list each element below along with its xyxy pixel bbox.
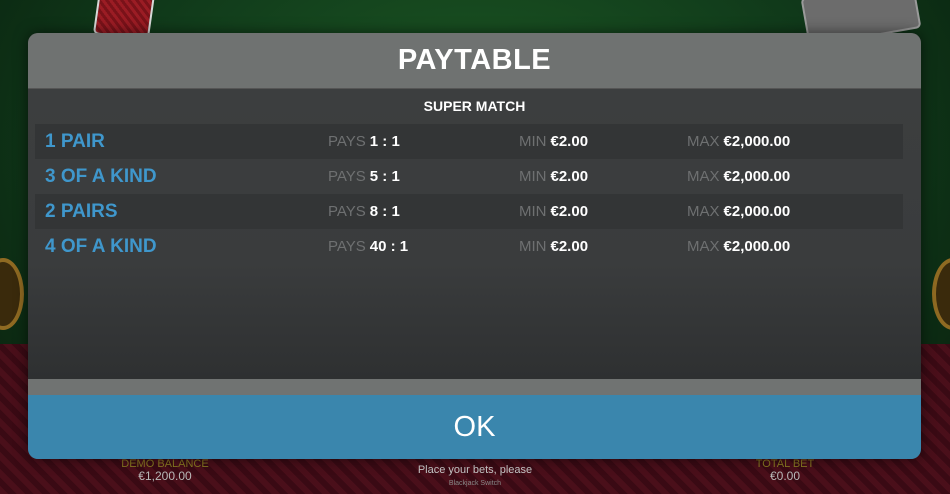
- max-label: MAX: [687, 168, 720, 185]
- min-cell: MIN €2.00: [519, 238, 588, 255]
- max-label: MAX: [687, 238, 720, 255]
- pays-value: 1 : 1: [369, 133, 400, 150]
- max-value: €2,000.00: [723, 238, 791, 255]
- hand-name: 2 PAIRS: [45, 200, 118, 222]
- pays-label: PAYS: [328, 168, 366, 185]
- total-bet: TOTAL BET €0.00: [730, 458, 840, 482]
- pays-label: PAYS: [328, 133, 366, 150]
- balance-value: €1,200.00: [138, 469, 192, 483]
- paytable-rows: 1 PAIR PAYS 1 : 1 MIN €2.00 MAX €2,000.00 3…: [35, 124, 903, 264]
- min-cell: MIN €2.00: [519, 133, 588, 150]
- ok-button-label: OK: [453, 411, 496, 443]
- pays-label: PAYS: [328, 203, 366, 220]
- max-cell: MAX €2,000.00: [687, 203, 790, 220]
- pays-cell: PAYS 40 : 1: [328, 238, 408, 255]
- pays-value: 8 : 1: [369, 203, 400, 220]
- game-name: Blackjack Switch: [448, 480, 502, 487]
- pays-value: 5 : 1: [369, 168, 400, 185]
- max-label: MAX: [687, 203, 720, 220]
- min-label: MIN: [519, 238, 547, 255]
- modal-title: PAYTABLE: [397, 44, 552, 76]
- paytable-row: 2 PAIRS PAYS 8 : 1 MIN €2.00 MAX €2,000.00: [35, 194, 903, 229]
- hand-name: 3 OF A KIND: [45, 165, 157, 187]
- pays-cell: PAYS 8 : 1: [328, 203, 400, 220]
- hand-name: 1 PAIR: [45, 130, 105, 152]
- min-value: €2.00: [550, 238, 589, 255]
- paytable-row: 1 PAIR PAYS 1 : 1 MIN €2.00 MAX €2,000.00: [35, 124, 903, 159]
- paytable-row: 4 OF A KIND PAYS 40 : 1 MIN €2.00 MAX €2,00…: [35, 229, 903, 264]
- min-label: MIN: [519, 203, 547, 220]
- pays-value: 40 : 1: [369, 238, 409, 255]
- min-cell: MIN €2.00: [519, 203, 588, 220]
- pays-label: PAYS: [328, 238, 366, 255]
- pays-cell: PAYS 5 : 1: [328, 168, 400, 185]
- section-title: SUPER MATCH: [423, 98, 526, 114]
- game-hud: DEMO BALANCE €1,200.00 Place your bets, …: [0, 454, 950, 494]
- paytable-row: 3 OF A KIND PAYS 5 : 1 MIN €2.00 MAX €2,000…: [35, 159, 903, 194]
- pays-cell: PAYS 1 : 1: [328, 133, 400, 150]
- min-cell: MIN €2.00: [519, 168, 588, 185]
- min-value: €2.00: [550, 133, 589, 150]
- total-bet-value: €0.00: [769, 469, 801, 483]
- max-value: €2,000.00: [723, 168, 791, 185]
- modal-divider-strip: [28, 379, 921, 395]
- min-label: MIN: [519, 168, 547, 185]
- ok-button[interactable]: OK: [28, 395, 921, 459]
- hand-name: 4 OF A KIND: [45, 235, 157, 257]
- min-label: MIN: [519, 133, 547, 150]
- min-value: €2.00: [550, 203, 589, 220]
- max-cell: MAX €2,000.00: [687, 133, 790, 150]
- max-value: €2,000.00: [723, 203, 791, 220]
- max-value: €2,000.00: [723, 133, 791, 150]
- max-label: MAX: [687, 133, 720, 150]
- max-cell: MAX €2,000.00: [687, 238, 790, 255]
- status-text: Place your bets, please: [417, 464, 533, 476]
- paytable-modal: PAYTABLE SUPER MATCH 1 PAIR PAYS 1 : 1 MI…: [28, 33, 921, 459]
- modal-header: PAYTABLE: [28, 33, 921, 89]
- max-cell: MAX €2,000.00: [687, 168, 790, 185]
- min-value: €2.00: [550, 168, 589, 185]
- paytable-body[interactable]: SUPER MATCH 1 PAIR PAYS 1 : 1 MIN €2.00 MA…: [28, 89, 921, 379]
- demo-balance: DEMO BALANCE €1,200.00: [110, 458, 220, 482]
